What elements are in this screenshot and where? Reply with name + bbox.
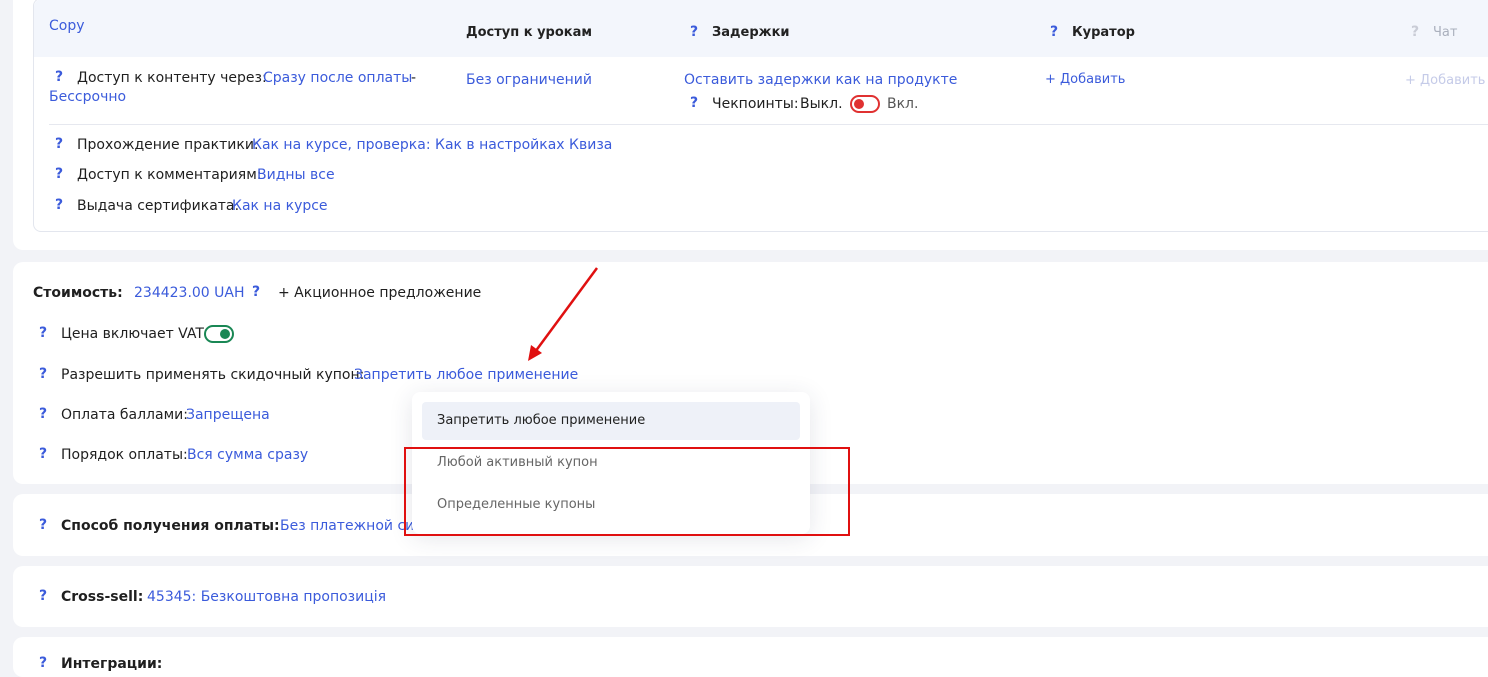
coupon-help-icon[interactable]: ? [39, 366, 47, 382]
certificate-help-icon[interactable]: ? [55, 197, 63, 213]
order-label: Порядок оплаты: [61, 447, 188, 463]
integrations-help-icon[interactable]: ? [39, 655, 47, 671]
cost-value[interactable]: 234423.00 UAH [134, 285, 245, 301]
copy-link[interactable]: Copy [49, 18, 85, 34]
content-access-duration[interactable]: Бессрочно [49, 89, 126, 105]
checkpoints-toggle[interactable] [850, 95, 880, 113]
vat-label: Цена включает VAT [61, 326, 204, 342]
coupon-value[interactable]: Запретить любое применение [354, 367, 578, 383]
toggle-knob [220, 329, 230, 339]
comments-label: Доступ к комментариям: [77, 167, 262, 183]
cross-sell-help-icon[interactable]: ? [39, 588, 47, 604]
chat-help-icon[interactable]: ? [1411, 24, 1419, 40]
delays-value[interactable]: Оставить задержки как на продукте [684, 72, 957, 88]
points-value[interactable]: Запрещена [186, 407, 270, 423]
curator-add-button[interactable]: + Добавить [1045, 72, 1125, 87]
payment-method-help-icon[interactable]: ? [39, 517, 47, 533]
content-access-help-icon[interactable]: ? [55, 69, 63, 85]
comments-value[interactable]: Видны все [257, 167, 335, 183]
practice-help-icon[interactable]: ? [55, 136, 63, 152]
vat-toggle[interactable] [204, 325, 234, 343]
comments-help-icon[interactable]: ? [55, 166, 63, 182]
practice-label: Прохождение практики: [77, 137, 259, 153]
content-access-label: Доступ к контенту через: [77, 70, 267, 86]
integrations-card [13, 637, 1488, 677]
points-label: Оплата баллами: [61, 407, 188, 423]
checkpoints-on-label: Вкл. [887, 96, 919, 112]
order-help-icon[interactable]: ? [39, 446, 47, 462]
checkpoints-off-label: Выкл. [800, 96, 843, 112]
checkpoints-label: Чекпоинты: [712, 96, 799, 112]
cost-label: Стоимость: [33, 285, 123, 301]
content-access-value[interactable]: Сразу после оплаты [263, 70, 412, 86]
coupon-label: Разрешить применять скидочный купон: [61, 367, 365, 383]
delays-help-icon[interactable]: ? [690, 24, 698, 40]
header-chat: Чат [1433, 25, 1458, 40]
toggle-knob [854, 99, 864, 109]
header-curator: Куратор [1072, 25, 1135, 40]
order-value[interactable]: Вся сумма сразу [187, 447, 308, 463]
integrations-label: Интеграции: [61, 656, 163, 672]
promo-offer-button[interactable]: + Акционное предложение [278, 285, 481, 301]
practice-value[interactable]: Как на курсе, проверка: Как в настройках… [252, 137, 612, 153]
certificate-value[interactable]: Как на курсе [232, 198, 328, 214]
checkpoints-help-icon[interactable]: ? [690, 95, 698, 111]
content-access-separator: - [411, 70, 417, 86]
header-lessons-access: Доступ к урокам [466, 25, 593, 40]
payment-method-label: Способ получения оплаты: [61, 518, 280, 534]
header-delays: Задержки [712, 25, 790, 40]
cross-sell-value[interactable]: 45345: Безкоштовна пропозиція [147, 589, 386, 605]
coupon-option-forbid-any[interactable]: Запретить любое применение [422, 402, 800, 440]
divider [49, 124, 1488, 125]
vat-help-icon[interactable]: ? [39, 325, 47, 341]
certificate-label: Выдача сертификата: [77, 198, 240, 214]
chat-add-button[interactable]: + Добавить [1405, 73, 1485, 88]
curator-help-icon[interactable]: ? [1050, 24, 1058, 40]
cost-help-icon[interactable]: ? [252, 284, 260, 300]
annotation-highlight-box [404, 447, 850, 536]
lessons-access-value[interactable]: Без ограничений [466, 72, 592, 88]
points-help-icon[interactable]: ? [39, 406, 47, 422]
cross-sell-label: Cross-sell: [61, 589, 144, 605]
